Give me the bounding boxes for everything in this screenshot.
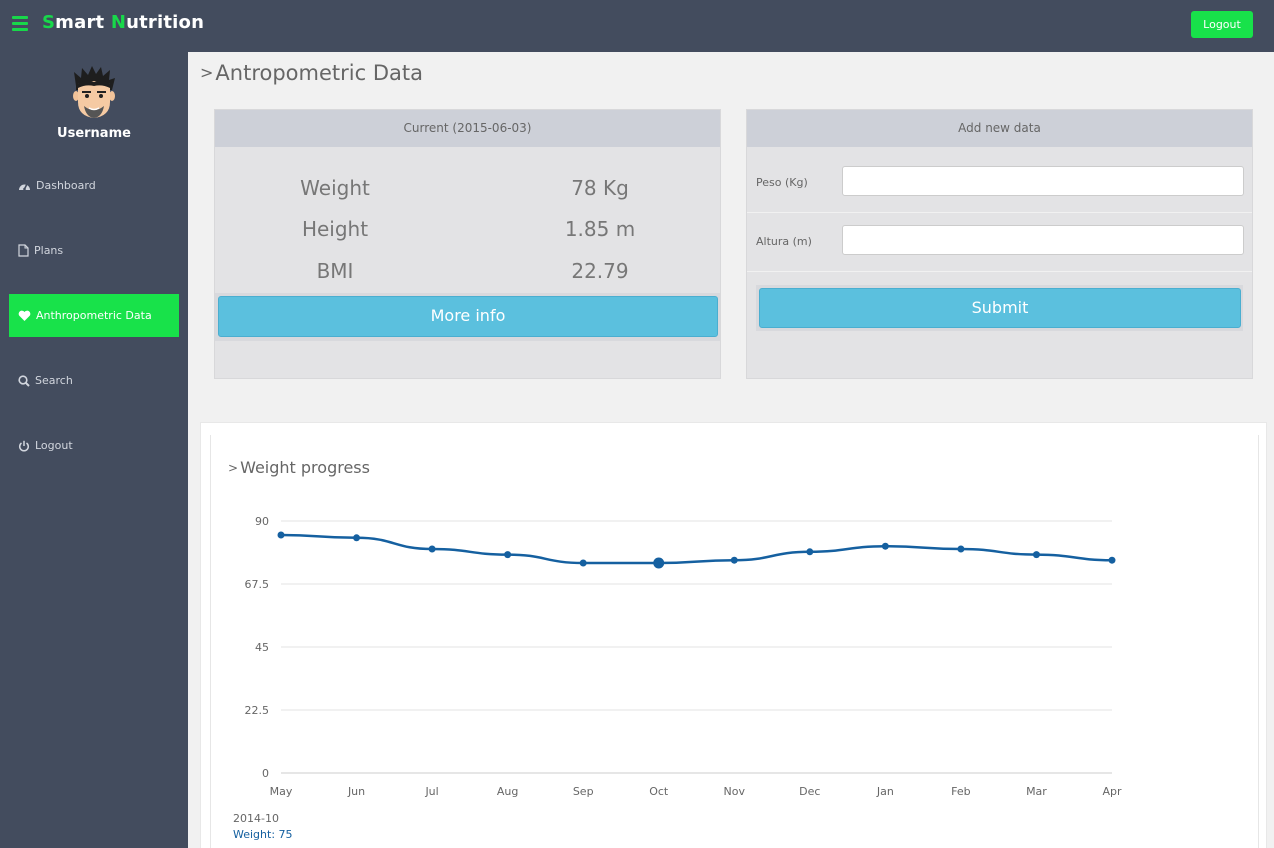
sidebar-item-search[interactable]: Search <box>9 359 179 402</box>
stat-value: 78 Kg <box>571 176 629 200</box>
data-point <box>504 551 512 559</box>
x-tick-label: May <box>270 785 293 798</box>
add-panel-header: Add new data <box>747 110 1252 147</box>
altura-label: Altura (m) <box>756 235 812 248</box>
current-data-panel: Current (2015-06-03) Weight 78 Kg Height… <box>214 109 721 379</box>
sidebar-item-anthropometric-data[interactable]: Anthropometric Data <box>9 294 179 337</box>
sidebar-item-plans[interactable]: Plans <box>9 229 179 272</box>
data-point <box>957 545 965 553</box>
heart-icon <box>18 310 31 321</box>
file-icon <box>18 244 29 257</box>
stat-label: Weight <box>300 176 370 200</box>
y-tick-label: 67.5 <box>245 578 270 591</box>
weight-line-chart[interactable]: 0 22.5 45 67.5 90 May Jun Jul Aug Sep Oct Nov Dec Jan… <box>201 423 1268 848</box>
x-tick-label: Sep <box>573 785 594 798</box>
sidebar-item-dashboard[interactable]: Dashboard <box>9 164 179 207</box>
y-tick-label: 90 <box>255 515 269 528</box>
y-tick-label: 45 <box>255 641 269 654</box>
highlighted-data-point <box>653 557 665 569</box>
submit-button[interactable]: Submit <box>759 288 1241 328</box>
x-tick-label: Aug <box>497 785 518 798</box>
data-point <box>277 531 285 539</box>
x-tick-label: Jun <box>347 785 365 798</box>
sidebar-item-label: Plans <box>34 244 64 257</box>
search-icon <box>18 374 30 387</box>
x-tick-label: Apr <box>1102 785 1122 798</box>
power-icon <box>19 440 29 451</box>
x-tick-label: Jan <box>876 785 894 798</box>
sidebar-item-label: Logout <box>35 439 73 452</box>
tooltip-date: 2014-10 <box>233 812 279 825</box>
x-tick-label: Feb <box>951 785 970 798</box>
header-logout-button[interactable]: Logout <box>1191 11 1253 38</box>
stat-label: BMI <box>316 259 354 283</box>
data-point <box>1032 551 1040 559</box>
series-line-weight <box>280 533 1113 565</box>
data-point <box>579 559 587 567</box>
altura-input[interactable] <box>842 225 1244 255</box>
x-tick-label: Nov <box>724 785 746 798</box>
username: Username <box>57 126 131 141</box>
chevron-right-icon: > <box>200 63 214 82</box>
sidebar-item-logout[interactable]: Logout <box>9 424 179 467</box>
data-point <box>730 556 738 564</box>
x-tick-label: Oct <box>649 785 669 798</box>
menu-toggle-icon[interactable] <box>12 16 28 31</box>
dashboard-icon <box>19 183 30 191</box>
top-bar: Smart Nutrition Logout <box>0 0 1274 52</box>
weight-progress-card: > Weight progress 0 22.5 45 67.5 90 May Jun Jul A… <box>200 422 1267 848</box>
peso-input[interactable] <box>842 166 1244 196</box>
stat-value: 1.85 m <box>564 217 636 241</box>
brand-logo[interactable]: Smart Nutrition <box>42 12 204 33</box>
sidebar-item-label: Anthropometric Data <box>36 309 152 322</box>
page-title: >Antropometric Data <box>200 61 423 85</box>
x-tick-label: Jul <box>424 785 438 798</box>
sidebar-item-label: Search <box>35 374 73 387</box>
form-row-altura: Altura (m) <box>747 214 1252 272</box>
avatar <box>73 66 115 118</box>
y-tick-label: 22.5 <box>245 704 270 717</box>
data-point <box>881 542 889 550</box>
y-tick-label: 0 <box>262 767 269 780</box>
current-panel-header: Current (2015-06-03) <box>215 110 720 147</box>
add-data-panel: Add new data Peso (Kg) Altura (m) Submit <box>746 109 1253 379</box>
sidebar-item-label: Dashboard <box>36 179 96 192</box>
stat-label: Height <box>301 217 369 241</box>
x-tick-label: Dec <box>799 785 820 798</box>
data-point <box>806 548 814 556</box>
form-row-peso: Peso (Kg) <box>747 155 1252 213</box>
x-tick-label: Mar <box>1026 785 1047 798</box>
data-point <box>428 545 436 553</box>
data-point <box>353 534 361 542</box>
peso-label: Peso (Kg) <box>756 176 808 189</box>
data-point <box>1108 556 1116 564</box>
tooltip-value: Weight: 75 <box>233 828 293 841</box>
more-info-button[interactable]: More info <box>218 296 718 337</box>
sidebar: Username Dashboard Plans Anthropometric … <box>0 52 188 848</box>
stat-value: 22.79 <box>571 259 629 283</box>
